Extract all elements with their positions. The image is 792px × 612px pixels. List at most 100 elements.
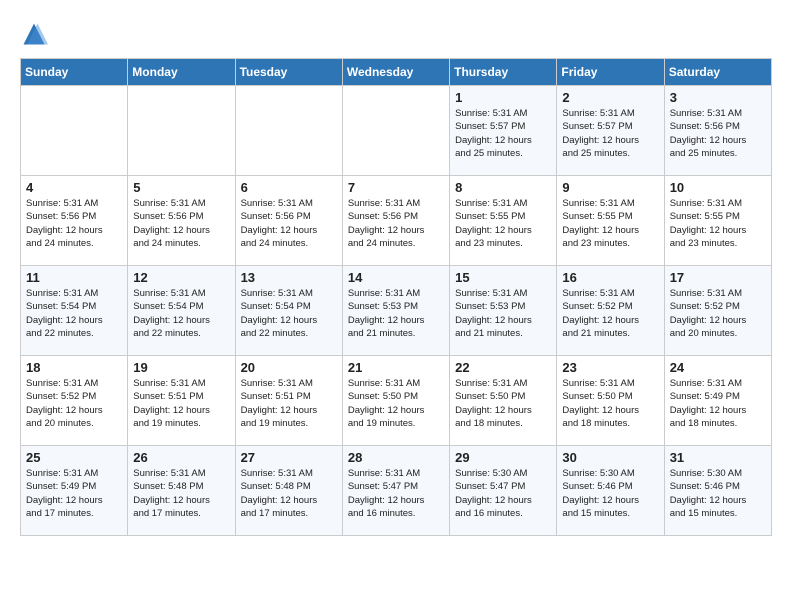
day-number: 17 (670, 270, 766, 285)
day-number: 19 (133, 360, 229, 375)
calendar-cell: 10 Sunrise: 5:31 AM Sunset: 5:55 PM Dayli… (664, 176, 771, 266)
day-number: 24 (670, 360, 766, 375)
day-number: 3 (670, 90, 766, 105)
calendar-cell: 24 Sunrise: 5:31 AM Sunset: 5:49 PM Dayli… (664, 356, 771, 446)
day-number: 6 (241, 180, 337, 195)
day-info: Sunrise: 5:31 AM Sunset: 5:51 PM Dayligh… (133, 377, 229, 430)
day-info: Sunrise: 5:31 AM Sunset: 5:54 PM Dayligh… (26, 287, 122, 340)
day-number: 16 (562, 270, 658, 285)
calendar-week-row: 11 Sunrise: 5:31 AM Sunset: 5:54 PM Dayli… (21, 266, 772, 356)
weekday-header: Tuesday (235, 59, 342, 86)
day-number: 29 (455, 450, 551, 465)
calendar-cell: 12 Sunrise: 5:31 AM Sunset: 5:54 PM Dayli… (128, 266, 235, 356)
calendar-cell: 15Sunrise: 5:31 AM Sunset: 5:53 PM Dayli… (450, 266, 557, 356)
calendar-cell: 3 Sunrise: 5:31 AM Sunset: 5:56 PM Daylig… (664, 86, 771, 176)
calendar-cell (342, 86, 449, 176)
day-info: Sunrise: 5:31 AM Sunset: 5:56 PM Dayligh… (348, 197, 444, 250)
calendar-cell: 4Sunrise: 5:31 AM Sunset: 5:56 PM Daylig… (21, 176, 128, 266)
calendar-cell: 28Sunrise: 5:31 AM Sunset: 5:47 PM Dayli… (342, 446, 449, 536)
day-number: 18 (26, 360, 122, 375)
day-info: Sunrise: 5:31 AM Sunset: 5:55 PM Dayligh… (562, 197, 658, 250)
day-number: 25 (26, 450, 122, 465)
day-info: Sunrise: 5:31 AM Sunset: 5:57 PM Dayligh… (455, 107, 551, 160)
day-number: 23 (562, 360, 658, 375)
day-number: 21 (348, 360, 444, 375)
calendar-week-row: 25 Sunrise: 5:31 AM Sunset: 5:49 PM Dayli… (21, 446, 772, 536)
calendar-cell: 20 Sunrise: 5:31 AM Sunset: 5:51 PM Dayli… (235, 356, 342, 446)
day-number: 13 (241, 270, 337, 285)
day-number: 10 (670, 180, 766, 195)
weekday-header: Thursday (450, 59, 557, 86)
day-info: Sunrise: 5:30 AM Sunset: 5:47 PM Dayligh… (455, 467, 551, 520)
page-header (20, 20, 772, 48)
day-info: Sunrise: 5:31 AM Sunset: 5:53 PM Dayligh… (348, 287, 444, 340)
day-number: 14 (348, 270, 444, 285)
calendar-cell: 16 Sunrise: 5:31 AM Sunset: 5:52 PM Dayli… (557, 266, 664, 356)
calendar-cell: 30 Sunrise: 5:30 AM Sunset: 5:46 PM Dayli… (557, 446, 664, 536)
day-info: Sunrise: 5:31 AM Sunset: 5:57 PM Dayligh… (562, 107, 658, 160)
day-number: 9 (562, 180, 658, 195)
calendar-cell: 22 Sunrise: 5:31 AM Sunset: 5:50 PM Dayli… (450, 356, 557, 446)
day-number: 2 (562, 90, 658, 105)
day-number: 22 (455, 360, 551, 375)
day-number: 11 (26, 270, 122, 285)
day-number: 7 (348, 180, 444, 195)
day-info: Sunrise: 5:31 AM Sunset: 5:55 PM Dayligh… (455, 197, 551, 250)
calendar-table: SundayMondayTuesdayWednesdayThursdayFrid… (20, 58, 772, 536)
day-number: 5 (133, 180, 229, 195)
logo (20, 20, 52, 48)
day-info: Sunrise: 5:31 AM Sunset: 5:56 PM Dayligh… (241, 197, 337, 250)
calendar-cell: 13Sunrise: 5:31 AM Sunset: 5:54 PM Dayli… (235, 266, 342, 356)
day-info: Sunrise: 5:31 AM Sunset: 5:56 PM Dayligh… (670, 107, 766, 160)
calendar-week-row: 1 Sunrise: 5:31 AM Sunset: 5:57 PM Daylig… (21, 86, 772, 176)
day-number: 27 (241, 450, 337, 465)
calendar-cell: 21 Sunrise: 5:31 AM Sunset: 5:50 PM Dayli… (342, 356, 449, 446)
weekday-header: Friday (557, 59, 664, 86)
day-number: 30 (562, 450, 658, 465)
logo-icon (20, 20, 48, 48)
calendar-cell: 23Sunrise: 5:31 AM Sunset: 5:50 PM Dayli… (557, 356, 664, 446)
calendar-cell: 29 Sunrise: 5:30 AM Sunset: 5:47 PM Dayli… (450, 446, 557, 536)
day-number: 1 (455, 90, 551, 105)
calendar-cell: 25 Sunrise: 5:31 AM Sunset: 5:49 PM Dayli… (21, 446, 128, 536)
day-info: Sunrise: 5:31 AM Sunset: 5:48 PM Dayligh… (241, 467, 337, 520)
calendar-cell: 1 Sunrise: 5:31 AM Sunset: 5:57 PM Daylig… (450, 86, 557, 176)
calendar-header-row: SundayMondayTuesdayWednesdayThursdayFrid… (21, 59, 772, 86)
day-number: 28 (348, 450, 444, 465)
day-info: Sunrise: 5:31 AM Sunset: 5:55 PM Dayligh… (670, 197, 766, 250)
day-number: 26 (133, 450, 229, 465)
day-info: Sunrise: 5:31 AM Sunset: 5:49 PM Dayligh… (26, 467, 122, 520)
calendar-cell: 26Sunrise: 5:31 AM Sunset: 5:48 PM Dayli… (128, 446, 235, 536)
calendar-cell: 14 Sunrise: 5:31 AM Sunset: 5:53 PM Dayli… (342, 266, 449, 356)
calendar-week-row: 18 Sunrise: 5:31 AM Sunset: 5:52 PM Dayli… (21, 356, 772, 446)
weekday-header: Monday (128, 59, 235, 86)
calendar-cell: 8Sunrise: 5:31 AM Sunset: 5:55 PM Daylig… (450, 176, 557, 266)
day-info: Sunrise: 5:31 AM Sunset: 5:51 PM Dayligh… (241, 377, 337, 430)
day-info: Sunrise: 5:31 AM Sunset: 5:49 PM Dayligh… (670, 377, 766, 430)
calendar-cell: 19 Sunrise: 5:31 AM Sunset: 5:51 PM Dayli… (128, 356, 235, 446)
calendar-cell: 17 Sunrise: 5:31 AM Sunset: 5:52 PM Dayli… (664, 266, 771, 356)
day-info: Sunrise: 5:31 AM Sunset: 5:56 PM Dayligh… (133, 197, 229, 250)
calendar-cell (128, 86, 235, 176)
day-info: Sunrise: 5:31 AM Sunset: 5:52 PM Dayligh… (670, 287, 766, 340)
day-info: Sunrise: 5:31 AM Sunset: 5:54 PM Dayligh… (133, 287, 229, 340)
day-info: Sunrise: 5:31 AM Sunset: 5:52 PM Dayligh… (26, 377, 122, 430)
calendar-cell (21, 86, 128, 176)
day-info: Sunrise: 5:30 AM Sunset: 5:46 PM Dayligh… (562, 467, 658, 520)
day-number: 15 (455, 270, 551, 285)
day-info: Sunrise: 5:31 AM Sunset: 5:50 PM Dayligh… (348, 377, 444, 430)
calendar-week-row: 4Sunrise: 5:31 AM Sunset: 5:56 PM Daylig… (21, 176, 772, 266)
day-info: Sunrise: 5:30 AM Sunset: 5:46 PM Dayligh… (670, 467, 766, 520)
calendar-cell: 2 Sunrise: 5:31 AM Sunset: 5:57 PM Daylig… (557, 86, 664, 176)
day-info: Sunrise: 5:31 AM Sunset: 5:50 PM Dayligh… (455, 377, 551, 430)
calendar-cell: 18 Sunrise: 5:31 AM Sunset: 5:52 PM Dayli… (21, 356, 128, 446)
weekday-header: Wednesday (342, 59, 449, 86)
day-info: Sunrise: 5:31 AM Sunset: 5:52 PM Dayligh… (562, 287, 658, 340)
day-number: 12 (133, 270, 229, 285)
weekday-header: Sunday (21, 59, 128, 86)
weekday-header: Saturday (664, 59, 771, 86)
day-number: 31 (670, 450, 766, 465)
day-number: 20 (241, 360, 337, 375)
calendar-cell: 9 Sunrise: 5:31 AM Sunset: 5:55 PM Daylig… (557, 176, 664, 266)
day-info: Sunrise: 5:31 AM Sunset: 5:56 PM Dayligh… (26, 197, 122, 250)
